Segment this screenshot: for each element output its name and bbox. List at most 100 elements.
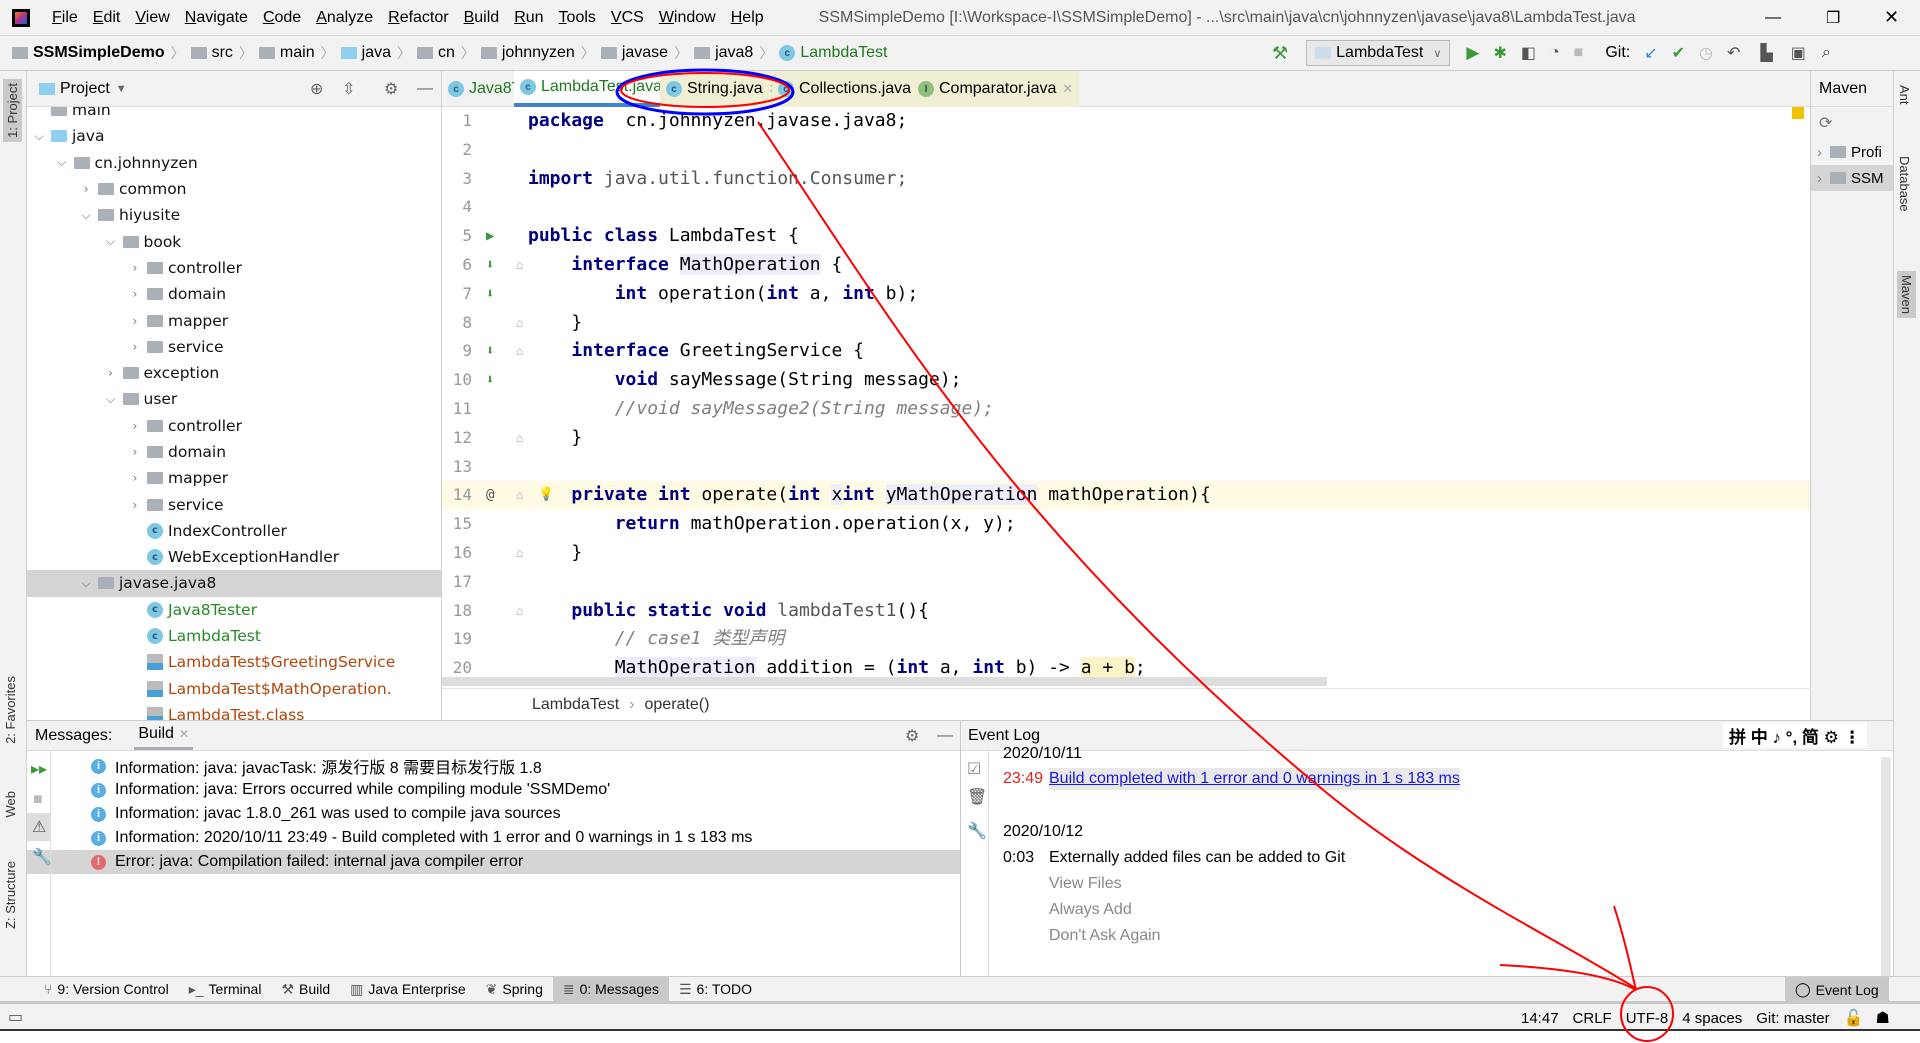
- code-area[interactable]: 1 package cn.johnnyzen.javase.java8; 2 3 imp…: [442, 107, 1810, 688]
- hide-icon[interactable]: —: [417, 80, 433, 98]
- fold-marker-icon[interactable]: ⌂: [516, 424, 523, 453]
- message-row[interactable]: ! Error: java: Compilation failed: intern…: [27, 850, 960, 874]
- nav-crumb[interactable]: java8 〉: [694, 43, 773, 63]
- run-config-select[interactable]: LambdaTest ∨: [1306, 40, 1451, 66]
- menu-help[interactable]: Help: [731, 9, 764, 27]
- chevron-right-icon[interactable]: ›: [123, 314, 147, 328]
- restore-button[interactable]: ❐: [1826, 8, 1840, 28]
- tree-item[interactable]: c IndexController: [27, 518, 441, 544]
- message-row[interactable]: i Information: java: javacTask: 源发行版 8 需要…: [27, 754, 960, 778]
- implemented-gutter-icon[interactable]: ⬇: [486, 280, 494, 309]
- chevron-down-icon[interactable]: ⌵: [50, 155, 74, 170]
- breadcrumb-method[interactable]: operate(): [645, 696, 710, 714]
- tree-item[interactable]: c LambdaTest: [27, 623, 441, 649]
- editor-tab[interactable]: cString.java✕: [660, 71, 786, 107]
- tree-item[interactable]: ⌵ book: [27, 228, 441, 254]
- editor-tab[interactable]: I Comparator.java ✕: [912, 71, 1080, 107]
- menu-navigate[interactable]: Navigate: [185, 9, 248, 27]
- tree-item[interactable]: LambdaTest$GreetingService: [27, 649, 441, 675]
- close-tab-icon[interactable]: ✕: [1062, 81, 1073, 97]
- settings-wrench-icon[interactable]: 🔧: [27, 841, 52, 873]
- nav-crumb[interactable]: src 〉: [190, 43, 253, 63]
- collapse-icon[interactable]: ⇳: [342, 79, 355, 99]
- implemented-gutter-icon[interactable]: ⬇: [486, 251, 494, 280]
- tool-window-button[interactable]: ⑂ 9: Version Control: [34, 977, 179, 1002]
- chevron-down-icon[interactable]: ⌵: [99, 234, 123, 249]
- minimize-button[interactable]: —: [1765, 9, 1781, 27]
- chevron-right-icon[interactable]: ›: [123, 287, 147, 301]
- dont-ask-again-link[interactable]: Don't Ask Again: [1049, 927, 1161, 945]
- file-encoding[interactable]: UTF-8: [1626, 1010, 1669, 1027]
- ime-toolbar[interactable]: 拼 中 ♪ °, 简 ⚙ ⋮: [1723, 723, 1867, 748]
- tool-tab-ant[interactable]: Ant: [1897, 85, 1912, 105]
- chevron-right-icon[interactable]: ›: [123, 498, 147, 512]
- chevron-right-icon[interactable]: ›: [123, 340, 147, 354]
- build-hammer-icon[interactable]: ⚒: [1272, 43, 1288, 64]
- menu-vcs[interactable]: VCS: [611, 9, 644, 27]
- chevron-right-icon[interactable]: ›: [123, 419, 147, 433]
- tree-item[interactable]: ⌵ hiyusite: [27, 202, 441, 228]
- tool-tab-project[interactable]: 1: Project: [3, 79, 22, 142]
- maven-item[interactable]: › SSM: [1811, 165, 1893, 191]
- tree-item[interactable]: › mapper: [27, 307, 441, 333]
- tool-window-button[interactable]: ❦ Spring: [476, 977, 553, 1002]
- chevron-down-icon[interactable]: ⌵: [99, 392, 123, 407]
- nav-crumb[interactable]: c LambdaTest: [779, 44, 888, 62]
- tree-item[interactable]: c Java8Tester: [27, 597, 441, 623]
- locate-icon[interactable]: ⊕: [310, 79, 323, 99]
- tool-tab-maven[interactable]: Maven: [1897, 271, 1916, 319]
- git-branch[interactable]: Git: master: [1756, 1010, 1829, 1027]
- tree-item[interactable]: ⌵ javase.java8: [27, 570, 441, 597]
- tree-item[interactable]: › mapper: [27, 465, 441, 491]
- always-add-link[interactable]: Always Add: [1049, 901, 1132, 919]
- tree-item[interactable]: › domain: [27, 281, 441, 307]
- stop-icon[interactable]: ■: [27, 787, 50, 813]
- history-icon[interactable]: ◷: [1699, 43, 1713, 63]
- fold-marker-icon[interactable]: ⌂: [516, 309, 523, 338]
- tool-window-button[interactable]: ⚒ Build: [271, 977, 340, 1002]
- nav-crumb[interactable]: cn 〉: [416, 43, 475, 63]
- indent-setting[interactable]: 4 spaces: [1682, 1010, 1742, 1027]
- override-gutter-icon[interactable]: @: [486, 481, 494, 510]
- chevron-right-icon[interactable]: ›: [123, 471, 147, 485]
- rerun-icon[interactable]: ▸▸: [27, 751, 50, 787]
- menu-code[interactable]: Code: [263, 9, 301, 27]
- chevron-right-icon[interactable]: ›: [99, 366, 123, 380]
- menu-refactor[interactable]: Refactor: [388, 9, 448, 27]
- fold-marker-icon[interactable]: ⌂: [516, 597, 523, 626]
- stop-icon[interactable]: ■: [1574, 44, 1584, 62]
- rollback-icon[interactable]: ↶: [1727, 43, 1740, 63]
- hide-icon[interactable]: —: [937, 727, 953, 745]
- fold-marker-icon[interactable]: ⌂: [516, 481, 523, 510]
- warning-filter-icon[interactable]: ⚠: [27, 813, 50, 841]
- toggle-tool-windows-icon[interactable]: ▭: [8, 1007, 23, 1027]
- nav-crumb[interactable]: johnnyzen 〉: [480, 43, 595, 63]
- tree-item[interactable]: › exception: [27, 360, 441, 386]
- tool-tab-database[interactable]: Database: [1897, 156, 1912, 212]
- chevron-down-icon[interactable]: ⌵: [74, 208, 98, 223]
- maven-item[interactable]: › Profi: [1811, 139, 1893, 165]
- message-row[interactable]: i Information: 2020/10/11 23:49 - Build c…: [27, 826, 960, 850]
- tree-item[interactable]: › domain: [27, 439, 441, 465]
- caret-position[interactable]: 14:47: [1521, 1010, 1559, 1027]
- message-row[interactable]: i Information: javac 1.8.0_261 was used t…: [27, 802, 960, 826]
- tree-item[interactable]: LambdaTest.class: [27, 702, 441, 720]
- editor-tab[interactable]: cCollections.java✕: [772, 71, 934, 107]
- tree-item[interactable]: › service: [27, 334, 441, 360]
- tree-item[interactable]: LambdaTest$MathOperation.: [27, 676, 441, 702]
- project-view-select[interactable]: Project: [60, 80, 110, 98]
- fold-marker-icon[interactable]: ⌂: [516, 337, 523, 366]
- menu-build[interactable]: Build: [464, 9, 500, 27]
- tool-tab-web[interactable]: Web: [3, 791, 18, 818]
- build-completed-link[interactable]: Build completed with 1 error and 0 warni…: [1049, 768, 1460, 790]
- fold-marker-icon[interactable]: ⌂: [516, 539, 523, 568]
- run-gutter-icon[interactable]: ▶: [486, 222, 494, 251]
- git-commit-icon[interactable]: ✔: [1672, 43, 1685, 63]
- chevron-right-icon[interactable]: ›: [123, 261, 147, 275]
- project-structure-icon[interactable]: ▙: [1760, 43, 1772, 63]
- coverage-icon[interactable]: ◧: [1521, 43, 1536, 63]
- chevron-down-icon[interactable]: ⌵: [74, 576, 98, 591]
- nav-crumb[interactable]: javase 〉: [600, 43, 688, 63]
- fold-marker-icon[interactable]: ⌂: [516, 251, 523, 280]
- event-log-button[interactable]: ◯ Event Log: [1785, 977, 1889, 1002]
